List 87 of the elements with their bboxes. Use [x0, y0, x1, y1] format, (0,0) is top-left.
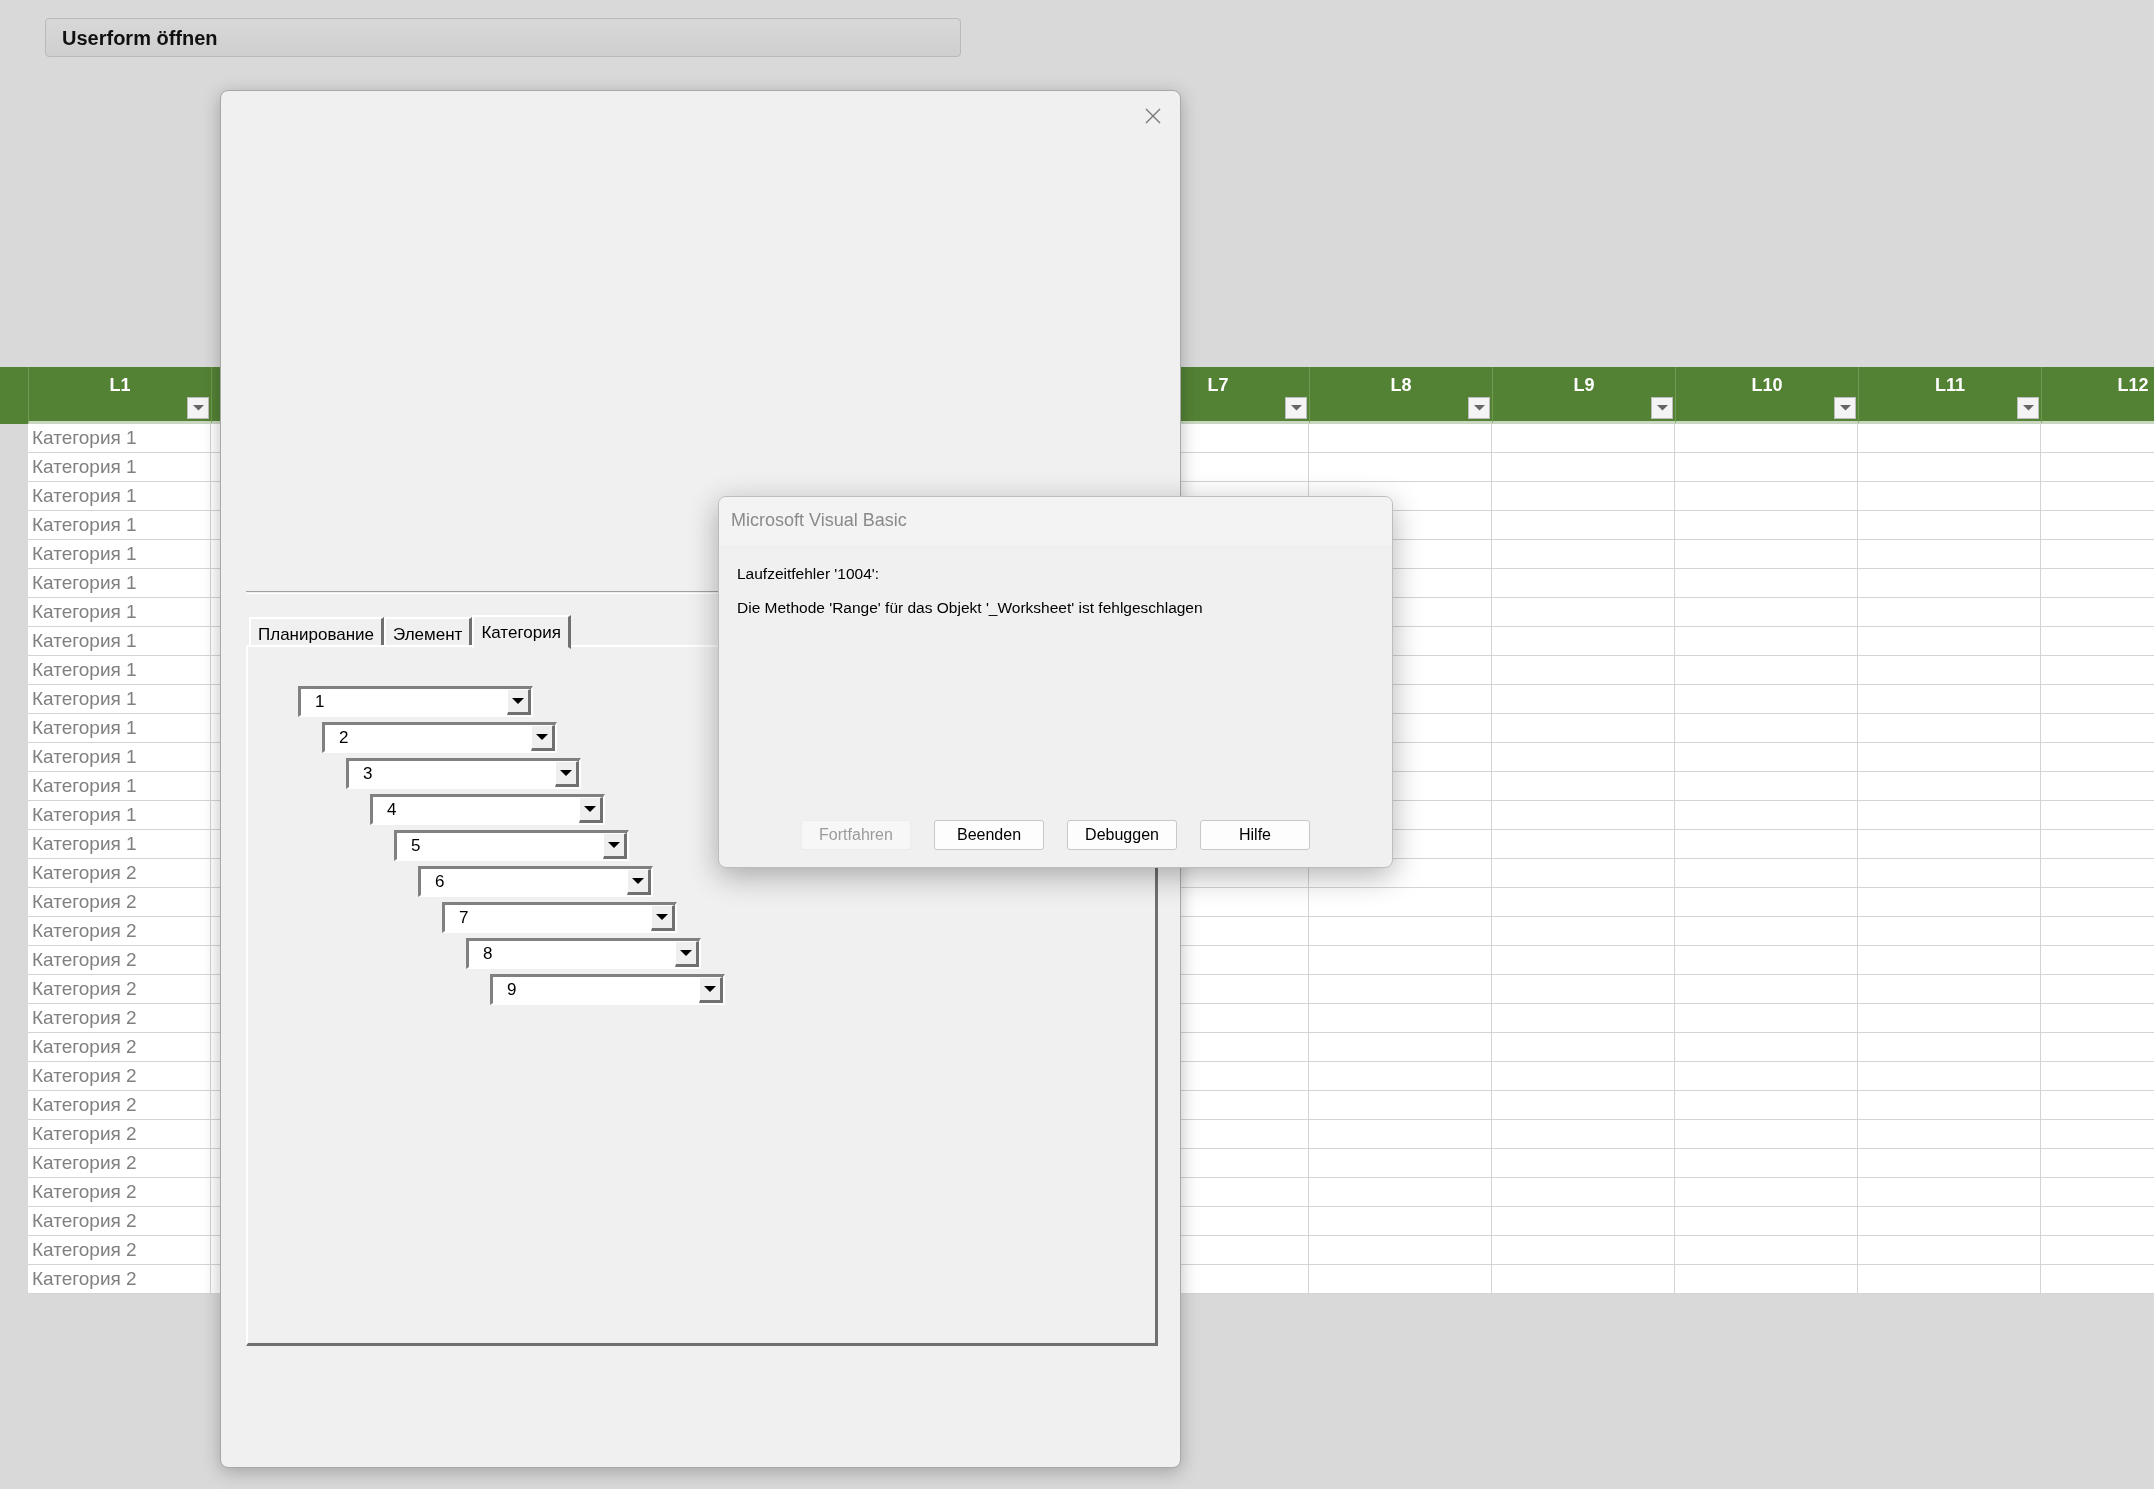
dropdown-button[interactable]	[507, 689, 531, 715]
table-cell: Категория 1	[28, 453, 211, 482]
caret-icon	[560, 770, 572, 776]
column-header: L10	[1751, 374, 1783, 397]
table-cell: Категория 1	[28, 598, 211, 627]
dropdown-button[interactable]	[651, 905, 675, 931]
caret-icon	[1656, 405, 1668, 411]
column-header: L1	[109, 374, 131, 397]
table-cell: Категория 1	[28, 685, 211, 714]
table-cell: Категория 2	[28, 859, 211, 888]
table-cell: Категория 1	[28, 772, 211, 801]
error-message: Die Methode 'Range' für das Objekt '_Worksheet' ist fehlgeschlagen	[737, 598, 1204, 619]
caret-icon	[536, 734, 548, 740]
table-cell: Категория 2	[28, 1236, 211, 1265]
table-cell: Категория 1	[28, 482, 211, 511]
close-icon	[1145, 108, 1161, 124]
table-cell: Категория 2	[28, 1033, 211, 1062]
table-cell: Категория 2	[28, 1207, 211, 1236]
tab[interactable]: Элемент	[384, 617, 473, 647]
tab[interactable]: Планирование	[249, 617, 385, 647]
caret-icon	[632, 878, 644, 884]
caret-icon	[1839, 405, 1851, 411]
dropdown-field[interactable]: 3	[346, 758, 581, 789]
dropdown-field[interactable]: 2	[322, 722, 557, 753]
tab[interactable]: Категория	[472, 615, 571, 649]
filter-button[interactable]	[1285, 397, 1307, 419]
filter-button[interactable]	[1468, 397, 1490, 419]
column-header: L8	[1390, 374, 1412, 397]
column-header: L7	[1207, 374, 1229, 397]
dropdown-button[interactable]	[603, 833, 627, 859]
filter-button[interactable]	[187, 397, 209, 419]
table-cell: Категория 1	[28, 511, 211, 540]
caret-icon	[1290, 405, 1302, 411]
dialog-button[interactable]: Debuggen	[1067, 820, 1177, 850]
caret-icon	[608, 842, 620, 848]
dropdown-field[interactable]: 5	[394, 830, 629, 861]
dropdown-button[interactable]	[555, 761, 579, 787]
dropdown-button[interactable]	[627, 869, 651, 895]
table-cell: Категория 2	[28, 888, 211, 917]
column-header: L9	[1573, 374, 1595, 397]
table-cell: Категория 2	[28, 975, 211, 1004]
filter-button[interactable]	[1834, 397, 1856, 419]
table-cell: Категория 1	[28, 569, 211, 598]
table-cell: Категория 2	[28, 1265, 211, 1294]
dropdown-field[interactable]: 6	[418, 866, 653, 897]
table-cell: Категория 2	[28, 946, 211, 975]
dropdown-button[interactable]	[675, 941, 699, 967]
caret-icon	[1473, 405, 1485, 411]
dropdown-field[interactable]: 1	[298, 686, 533, 717]
caret-icon	[680, 950, 692, 956]
open-form-button[interactable]: Userform öffnen	[45, 18, 961, 57]
dropdown-button[interactable]	[699, 977, 723, 1003]
dropdown-field[interactable]: 7	[442, 902, 677, 933]
table-cell: Категория 1	[28, 627, 211, 656]
dialog-button[interactable]: Hilfe	[1200, 820, 1310, 850]
table-cell: Категория 2	[28, 1091, 211, 1120]
error-message: Laufzeitfehler '1004':	[737, 564, 881, 584]
table-cell: Категория 1	[28, 743, 211, 772]
dialog-title: Microsoft Visual Basic	[731, 510, 907, 530]
column-header: L11	[1935, 374, 1965, 397]
table-cell: Категория 2	[28, 1178, 211, 1207]
dialog-button[interactable]: Beenden	[934, 820, 1044, 850]
caret-icon	[512, 698, 524, 704]
dropdown-field[interactable]: 8	[466, 938, 701, 969]
table-cell: Категория 2	[28, 1149, 211, 1178]
caret-icon	[192, 405, 204, 411]
table-cell: Категория 2	[28, 1004, 211, 1033]
caret-icon	[2022, 405, 2034, 411]
dropdown-button[interactable]	[579, 797, 603, 823]
table-cell: Категория 1	[28, 656, 211, 685]
filter-button[interactable]	[1651, 397, 1673, 419]
dropdown-field[interactable]: 4	[370, 794, 605, 825]
caret-icon	[704, 986, 716, 992]
dropdown-field[interactable]: 9	[490, 974, 725, 1005]
caret-icon	[656, 914, 668, 920]
table-cell: Категория 1	[28, 540, 211, 569]
table-cell: Категория 1	[28, 714, 211, 743]
table-cell: Категория 2	[28, 1120, 211, 1149]
table-cell: Категория 2	[28, 917, 211, 946]
dropdown-button[interactable]	[531, 725, 555, 751]
caret-icon	[584, 806, 596, 812]
table-cell: Категория 1	[28, 424, 211, 453]
column-header: L12	[2117, 374, 2149, 397]
table-cell: Категория 1	[28, 830, 211, 859]
table-cell: Категория 1	[28, 801, 211, 830]
filter-button[interactable]	[2017, 397, 2039, 419]
table-cell: Категория 2	[28, 1062, 211, 1091]
